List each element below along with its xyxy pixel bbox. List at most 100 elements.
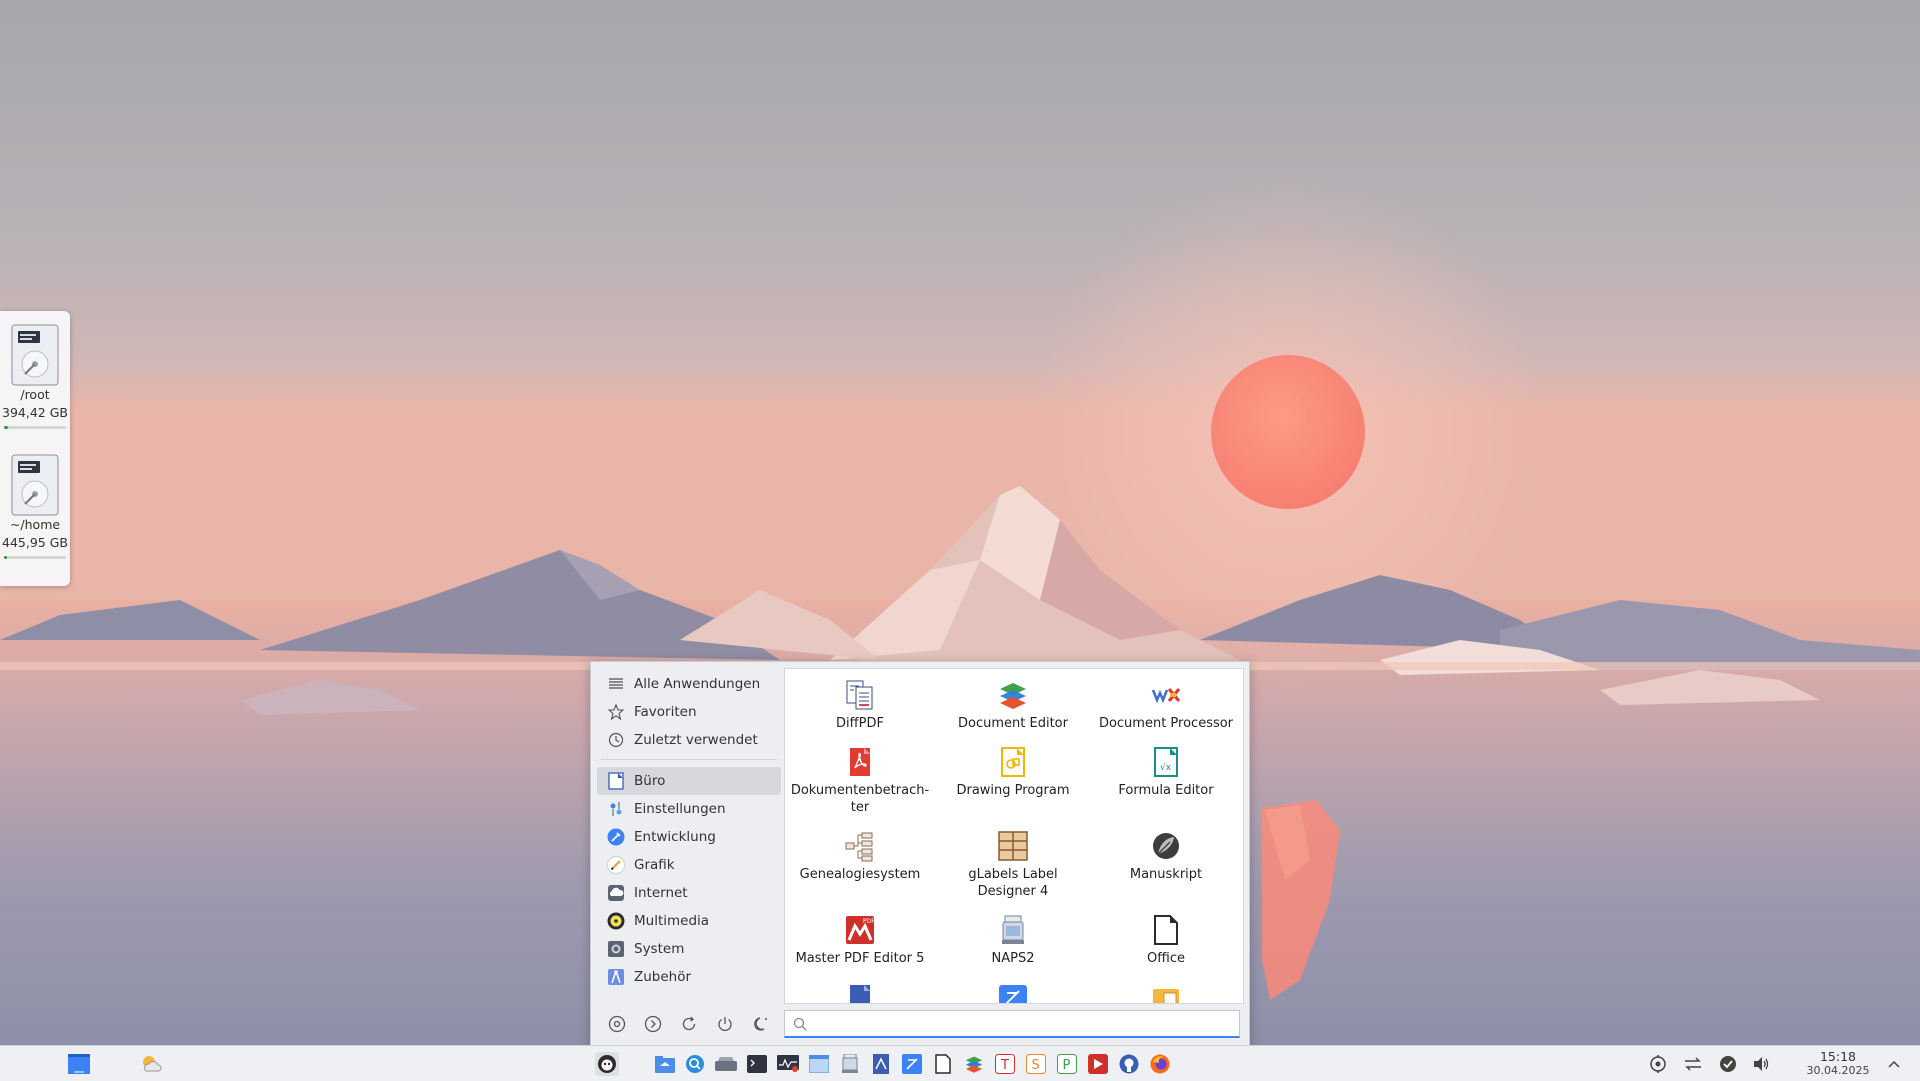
app-label: Manuskript xyxy=(1129,867,1203,882)
taskbar-search[interactable] xyxy=(684,1053,706,1075)
taskbar-textmaker[interactable]: T xyxy=(994,1053,1016,1075)
tray-network-settings[interactable] xyxy=(1647,1053,1669,1075)
show-desktop-button[interactable] xyxy=(68,1053,90,1075)
star-icon xyxy=(607,703,625,721)
master-pdf-icon: PDF xyxy=(846,916,875,944)
suspend-button[interactable] xyxy=(751,1014,771,1034)
signature-icon xyxy=(999,985,1027,1003)
app-label: Document Processor xyxy=(1098,716,1234,731)
app-label: Formula Editor xyxy=(1118,783,1214,798)
taskbar-monitor[interactable] xyxy=(777,1053,799,1075)
category-system[interactable]: System xyxy=(597,935,781,963)
settings-gear-button[interactable] xyxy=(607,1014,627,1034)
category-office[interactable]: Büro xyxy=(597,767,781,795)
app-label: Document Editor xyxy=(958,716,1068,731)
category-accessories[interactable]: Zubehör xyxy=(597,963,781,991)
shutdown-button[interactable] xyxy=(715,1014,735,1034)
taskbar-planmaker[interactable]: S xyxy=(1025,1053,1047,1075)
app-label: NAPS2 xyxy=(991,951,1035,966)
app-partial-2[interactable] xyxy=(938,983,1088,1003)
weather-widget[interactable] xyxy=(140,1053,162,1075)
taskbar-terminal[interactable] xyxy=(746,1053,768,1075)
genealogy-icon xyxy=(845,832,873,862)
check-circle-icon xyxy=(1720,1056,1736,1072)
network-transfer-icon xyxy=(1685,1057,1701,1071)
menu-logo-icon xyxy=(598,1055,616,1073)
category-settings[interactable]: Einstellungen xyxy=(597,795,781,823)
category-multimedia[interactable]: Multimedia xyxy=(597,907,781,935)
category-all-applications[interactable]: Alle Anwendungen xyxy=(597,670,781,698)
disk-root[interactable]: /root 394,42 GB xyxy=(0,324,70,429)
moon-icon xyxy=(754,1017,767,1031)
category-list: Alle Anwendungen Favoriten Zuletzt verwe… xyxy=(597,670,781,991)
tray-volume[interactable] xyxy=(1751,1053,1773,1075)
switch-user-button[interactable] xyxy=(643,1014,663,1034)
app-naps2[interactable]: NAPS2 xyxy=(938,914,1088,967)
search-input[interactable] xyxy=(811,1014,1235,1036)
app-partial-1[interactable] xyxy=(785,983,935,1003)
svg-text:P: P xyxy=(1063,1058,1071,1073)
session-buttons xyxy=(607,1014,771,1034)
taskbar-presenter[interactable] xyxy=(1087,1053,1109,1075)
menu-button[interactable] xyxy=(595,1052,619,1076)
system-monitor-icon xyxy=(777,1055,799,1072)
planmaker-icon: S xyxy=(1026,1054,1046,1074)
svg-text:√x: √x xyxy=(1160,762,1172,773)
app-document-editor[interactable]: Document Editor xyxy=(938,679,1088,732)
settings-icon xyxy=(607,800,625,818)
taskbar-scanner[interactable] xyxy=(839,1053,861,1075)
app-glabels[interactable]: gLabels Label Designer 4 xyxy=(938,830,1088,900)
document-editor-icon xyxy=(1000,683,1026,709)
tray-expand-button[interactable] xyxy=(1883,1053,1905,1075)
search-icon xyxy=(793,1017,807,1031)
clock-date: 30.04.2025 xyxy=(1806,1064,1870,1077)
app-label: gLabels Label Designer 4 xyxy=(968,867,1058,899)
category-recent[interactable]: Zuletzt verwendet xyxy=(597,726,781,754)
taskbar-home-folder[interactable] xyxy=(654,1053,676,1075)
app-genealogy-system[interactable]: Genealogiesystem xyxy=(785,830,935,883)
search-field[interactable] xyxy=(784,1010,1240,1038)
hard-drive-icon xyxy=(11,324,59,386)
weather-icon xyxy=(143,1056,162,1072)
scanner-icon xyxy=(1002,915,1024,944)
app-formula-editor[interactable]: √x Formula Editor xyxy=(1091,746,1241,799)
app-manuskript[interactable]: Manuskript xyxy=(1091,830,1241,883)
app-drawing-program[interactable]: Drawing Program xyxy=(938,746,1088,799)
app-partial-3[interactable] xyxy=(1091,983,1241,1003)
taskbar-signature[interactable] xyxy=(901,1053,923,1075)
manuskript-icon xyxy=(1153,833,1179,859)
category-development[interactable]: Entwicklung xyxy=(597,823,781,851)
app-office[interactable]: Office xyxy=(1091,914,1241,967)
category-label: Einstellungen xyxy=(634,801,726,817)
app-document-processor[interactable]: Document Processor xyxy=(1091,679,1241,732)
taskbar-office[interactable] xyxy=(932,1053,954,1075)
taskbar-github[interactable] xyxy=(1118,1053,1140,1075)
category-favorites[interactable]: Favoriten xyxy=(597,698,781,726)
tray-network-connection[interactable] xyxy=(1682,1053,1704,1075)
taskbar-window[interactable] xyxy=(808,1053,830,1075)
category-label: Zuletzt verwendet xyxy=(634,732,758,748)
tray-updates[interactable] xyxy=(1717,1053,1739,1075)
clock[interactable]: 15:18 30.04.2025 xyxy=(1790,1049,1886,1078)
terminal-icon xyxy=(747,1055,767,1073)
category-graphics[interactable]: Grafik xyxy=(597,851,781,879)
app-master-pdf-editor[interactable]: PDF Master PDF Editor 5 xyxy=(785,914,935,967)
chevron-up-icon xyxy=(1888,1060,1900,1068)
taskbar-document-editor[interactable] xyxy=(963,1053,985,1075)
category-separator xyxy=(601,759,777,760)
document-icon xyxy=(850,985,870,1003)
pdf-viewer-icon xyxy=(850,748,870,776)
taskbar-presentations[interactable]: P xyxy=(1056,1053,1078,1075)
disk-home-label: ~/home xyxy=(9,517,61,532)
taskbar-document[interactable] xyxy=(870,1053,892,1075)
restart-button[interactable] xyxy=(679,1014,699,1034)
disk-home[interactable]: ~/home 445,95 GB xyxy=(0,454,70,559)
list-icon xyxy=(607,675,625,693)
taskbar-drives[interactable] xyxy=(715,1053,737,1075)
app-diffpdf[interactable]: DiffPDF xyxy=(785,679,935,732)
app-document-viewer[interactable]: Dokumentenbetrach-ter xyxy=(785,746,935,816)
taskbar-firefox[interactable] xyxy=(1149,1053,1171,1075)
application-grid: DiffPDF Document Editor Document Process… xyxy=(784,668,1244,1004)
category-internet[interactable]: Internet xyxy=(597,879,781,907)
office-doc-icon xyxy=(1154,915,1178,945)
